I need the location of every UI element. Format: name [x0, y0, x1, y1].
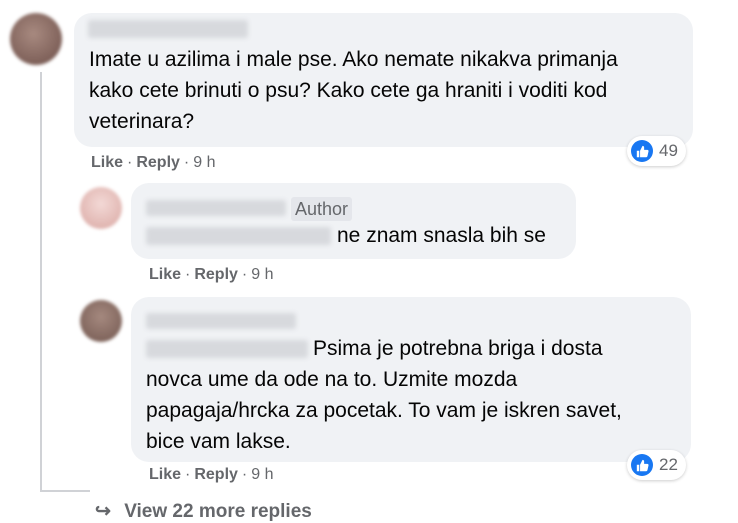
- thread-line: [40, 72, 42, 492]
- like-link[interactable]: Like: [149, 266, 181, 283]
- comment-actions: Like · Reply · 9 h: [149, 466, 274, 483]
- commenter-name-redacted[interactable]: [88, 20, 248, 38]
- comment-actions: Like · Reply · 9 h: [149, 266, 274, 283]
- like-link[interactable]: Like: [149, 466, 181, 483]
- like-link[interactable]: Like: [91, 154, 123, 171]
- thread-branch: [40, 490, 90, 492]
- reply-text: Psima je potrebna briga i dosta novca um…: [146, 337, 622, 453]
- thumbs-up-icon: [631, 454, 653, 476]
- reply-link[interactable]: Reply: [194, 266, 238, 283]
- reaction-count-label: 22: [659, 455, 678, 474]
- comment-text: Imate u azilima i male pse. Ako nemate n…: [89, 48, 618, 133]
- avatar[interactable]: [80, 187, 122, 229]
- tagged-name-redacted[interactable]: [146, 227, 331, 245]
- author-badge: Author: [291, 197, 353, 221]
- avatar[interactable]: [80, 300, 122, 342]
- avatar[interactable]: [10, 13, 62, 65]
- timestamp[interactable]: 9 h: [251, 266, 273, 283]
- comment-actions: Like · Reply · 9 h: [91, 154, 216, 171]
- reply-text: ne znam snasla bih se: [337, 224, 546, 247]
- timestamp[interactable]: 9 h: [193, 154, 215, 171]
- reaction-count-label: 49: [659, 141, 678, 160]
- timestamp[interactable]: 9 h: [251, 466, 273, 483]
- reaction-count[interactable]: 22: [627, 450, 686, 480]
- thumbs-up-icon: [631, 140, 653, 162]
- reaction-count[interactable]: 49: [627, 136, 686, 166]
- reply-link[interactable]: Reply: [194, 466, 238, 483]
- reply-link[interactable]: Reply: [136, 154, 180, 171]
- commenter-name-redacted[interactable]: [146, 200, 286, 216]
- commenter-name-redacted[interactable]: [146, 313, 296, 329]
